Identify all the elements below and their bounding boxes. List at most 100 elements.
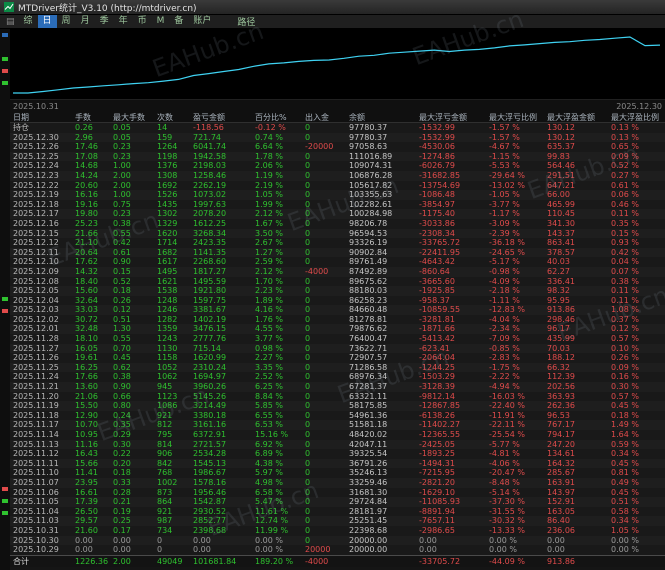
cell-百分比%: 1.05 % [255,190,283,200]
cell-最大浮盈金额: 163.05 [547,506,575,516]
title-bar[interactable]: MTDriver统计_V3.10 (http://mtdriver.cn) [0,0,665,15]
cell-手数: 32.64 [75,295,98,305]
cell-出入金: 0 [305,439,311,449]
menu-item-M[interactable]: M [152,15,170,28]
cell-最大浮亏比例: -4.81 % [489,449,520,459]
cell-最大浮亏比例: -4.67 % [489,142,520,152]
cell-日期: 2025.11.19 [13,401,59,411]
cell-手数: 23.95 [75,477,98,487]
menu-item-备[interactable]: 备 [169,15,188,28]
cell-百分比%: 1.76 % [255,314,283,324]
cell-最大浮盈金额: 86.40 [547,516,570,526]
cell-最大浮盈比例: 1.49 % [611,420,639,430]
cell-盈亏金额: 2262.19 [193,180,227,190]
cell-手数: 18.10 [75,334,98,344]
table-row: 2025.11.19 15.50 0.80 1086 3214.49 5.85 % 0 581… [10,401,665,411]
cell-最大手数: 0.17 [113,525,131,535]
cell-次数: 1130 [157,343,178,353]
cell-最大浮亏比例: -24.65 % [489,247,525,257]
cell-日期: 2025.12.24 [13,161,59,171]
cell-最大浮盈金额: 247.20 [547,439,575,449]
cell-最大浮亏比例: -2.18 % [489,286,520,296]
cell-手数: 20.60 [75,180,98,190]
cell-次数: 1282 [157,314,178,324]
cell-最大浮盈比例: 1.64 % [611,430,639,439]
cell-日期: 2025.11.20 [13,391,59,401]
cell-最大浮盈比例: 最大浮盈比例 [611,113,659,122]
menu-item-综[interactable]: 综 [19,15,38,28]
cell-次数: 1376 [157,161,178,171]
cell-盈亏金额: 1817.27 [193,266,227,276]
cell-最大浮亏金额: -1871.66 [419,324,455,334]
cell-手数: 0.00 [75,535,93,545]
cell-余额: 54961.36 [349,410,388,420]
cell-出入金: 0 [305,343,311,353]
menu-item-年[interactable]: 年 [114,15,133,28]
cell-最大浮盈比例: 0.65 % [611,142,639,152]
cell-出入金: 0 [305,238,311,248]
cell-最大浮亏比例: -12.83 % [489,305,525,315]
cell-出入金: 0 [305,458,311,468]
cell-最大手数: 0.38 [113,218,131,228]
cell-百分比%: 百分比% [255,113,287,122]
cell-盈亏金额: 1612.25 [193,218,227,228]
cell-手数: 16.16 [75,190,98,200]
cell-最大手数: 2.00 [113,556,131,566]
cell-日期: 2025.12.16 [13,218,59,228]
cell-余额: 22398.68 [349,525,388,535]
cell-手数: 17.39 [75,497,98,507]
cell-最大浮亏比例: -5.53 % [489,161,520,171]
cell-最大浮亏比例: -1.57 % [489,123,520,132]
table-row: 2025.12.23 14.24 2.00 1308 1258.46 1.19 % 0 106… [10,170,665,181]
table-row: 2025.12.11 20.64 0.61 1682 1141.35 1.27 % 0 909… [10,247,665,258]
cell-最大手数: 0.23 [113,209,131,219]
cell-出入金: 0 [305,228,311,238]
cell-盈亏金额: 1402.19 [193,314,227,324]
cell-最大浮盈金额: 465.99 [547,199,575,209]
cell-余额: 111016.89 [349,151,393,161]
cell-盈亏金额: 1597.75 [193,295,227,305]
cell-最大浮盈比例: 0.46 % [611,199,639,209]
table-row: 2025.11.25 16.25 0.62 1052 2310.24 3.35 % 0 712… [10,362,665,373]
cell-手数: 14.32 [75,266,98,276]
cell-余额: 28181.97 [349,506,388,516]
cell-余额: 36791.26 [349,458,388,468]
cell-最大手数: 0.90 [113,257,131,267]
cell-最大浮亏比例: -20.47 % [489,468,525,478]
cell-最大浮亏比例: -1.11 % [489,295,520,305]
menu-item-账户[interactable]: 账户 [188,15,216,28]
menu-item-月[interactable]: 月 [76,15,95,28]
cell-最大浮亏比例: -5.77 % [489,439,520,449]
cell-余额: 96594.53 [349,228,388,238]
menu-item-周[interactable]: 周 [57,15,76,28]
cell-最大浮盈比例: 0.34 % [611,449,639,459]
menu-item-季[interactable]: 季 [95,15,114,28]
table-row: 2025.11.26 19.61 0.45 1158 1620.99 2.27 % 0 729… [10,353,665,363]
menu-items: 综日周月季年币 M 备账户 [19,15,217,28]
table-row: 2025.12.15 21.66 0.55 1620 3268.34 3.50 % 0 965… [10,228,665,239]
cell-出入金: 0 [305,199,311,209]
cell-手数: 13.60 [75,382,98,392]
cell-最大浮亏金额: -2986.65 [419,525,455,535]
cell-最大浮盈比例: 0.38 % [611,276,639,286]
cell-手数: 10.70 [75,420,98,430]
cell-出入金: 0 [305,487,311,497]
cell-最大手数: 0.51 [113,314,131,324]
menu-item-日[interactable]: 日 [37,15,57,28]
cell-最大手数: 2.00 [113,180,131,190]
cell-日期: 2025.11.28 [13,334,59,344]
cell-余额: 93326.19 [349,238,388,248]
menu-item-path[interactable]: 路径 [232,15,260,28]
menu-item-币[interactable]: 币 [133,15,152,28]
cell-盈亏金额: 721.74 [193,132,221,142]
cell-盈亏金额: 1620.99 [193,353,227,363]
cell-最大浮亏比例: -5.17 % [489,257,520,267]
cell-最大浮盈金额: 378.57 [547,247,575,257]
menu-grid-icon: ▤ [6,16,15,27]
cell-次数: 1359 [157,324,178,334]
cell-最大手数: 1.30 [113,324,131,334]
cell-手数: 1226.36 [75,556,109,566]
cell-盈亏金额: 1073.02 [193,190,227,200]
table-total-row: 合计 1226.36 2.00 49049 101681.84 189.20 % -4000… [10,554,665,567]
cell-最大手数: 0.12 [113,305,131,315]
